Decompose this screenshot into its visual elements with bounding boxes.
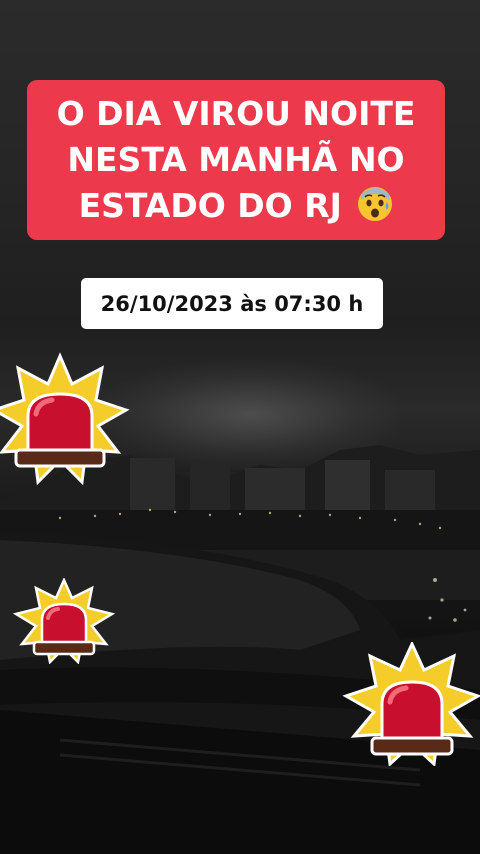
video-frame: O DIA VIROU NOITE NESTA MANHÃ NO ESTADO … [0, 0, 480, 854]
police-siren-icon [342, 642, 480, 766]
date-time-label: 26/10/2023 às 07:30 h [81, 278, 383, 329]
headline-text-block: O DIA VIROU NOITE NESTA MANHÃ NO ESTADO … [39, 91, 433, 229]
police-siren-icon [12, 578, 116, 664]
anxious-face-emoji-icon [358, 187, 393, 221]
date-time-text: 26/10/2023 às 07:30 h [100, 291, 364, 316]
police-siren-icon [0, 352, 130, 486]
headline-banner: O DIA VIROU NOITE NESTA MANHÃ NO ESTADO … [27, 80, 445, 240]
